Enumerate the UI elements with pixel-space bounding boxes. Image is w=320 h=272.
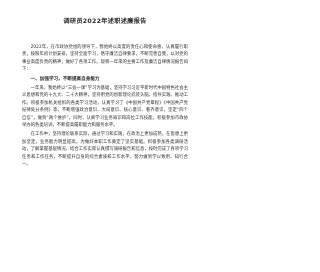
document-body: 2022年，在市政协党组的领导下，我始终以高度的责任心和使命感，认真履行职责，按… xyxy=(22,44,188,171)
section-heading: 一、加强学习，不断提高自身能力 xyxy=(30,76,100,82)
body-paragraph: 一年来，我始终以“三会一课”学习为基础，坚持学习习近平新时代中国特色社会主义思想… xyxy=(22,86,188,129)
intro-paragraph: 2022年，在市政协党组的领导下，我始终以高度的责任心和使命感，认真履行职责，按… xyxy=(22,45,188,73)
document-title: 调研员2022年述职述廉报告 xyxy=(63,18,147,25)
body-paragraph: 在工作中，坚持理论联系实际，通过学习和实践，在政治上更加成熟，在思想上更加坚定，… xyxy=(22,132,188,168)
document-page: 调研员2022年述职述廉报告 2022年，在市政协党组的领导下，我始终以高度的责… xyxy=(0,0,210,272)
